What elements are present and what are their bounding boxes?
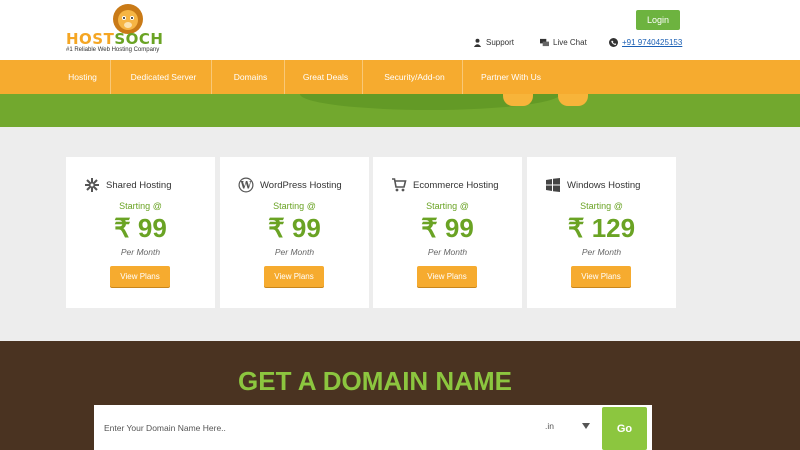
plan-title: Windows Hosting [545, 177, 640, 193]
plan-period: Per Month [581, 247, 622, 257]
tld-select[interactable]: .in [545, 421, 554, 431]
plan-card-shared: Shared Hosting Starting @ ₹ 99 Per Month… [66, 157, 215, 308]
mascot-paw-right [558, 94, 588, 106]
plan-card-wordpress: W WordPress Hosting Starting @ ₹ 99 Per … [220, 157, 369, 308]
domain-search-bar: .in Go [94, 405, 652, 450]
windows-icon [546, 178, 560, 192]
plan-title: W WordPress Hosting [238, 177, 342, 193]
logo-wordmark: HOSTSOCH [66, 30, 164, 48]
nav-item-great-deals[interactable]: Great Deals [289, 60, 363, 94]
live-chat-link[interactable]: Live Chat [540, 38, 587, 47]
plan-starting-label: Starting @ [426, 201, 469, 211]
plan-price: ₹ 99 [114, 213, 167, 243]
hostsoch-logo[interactable]: HOSTSOCH #1 Reliable Web Hosting Company [66, 0, 164, 60]
main-nav: Hosting Dedicated Server Domains Great D… [0, 60, 800, 94]
mascot-paw-left [503, 94, 533, 106]
plan-title: Shared Hosting [84, 177, 171, 193]
nav-item-dedicated-server[interactable]: Dedicated Server [116, 60, 212, 94]
site-header: HOSTSOCH #1 Reliable Web Hosting Company… [0, 0, 800, 60]
domain-section-title: GET A DOMAIN NAME [238, 366, 512, 396]
plan-period: Per Month [120, 247, 161, 257]
plan-title: Ecommerce Hosting [391, 177, 499, 193]
plan-period: Per Month [274, 247, 315, 257]
plan-period: Per Month [427, 247, 468, 257]
chat-icon [540, 38, 549, 47]
phone-link[interactable]: +91 9740425153 [609, 38, 682, 47]
nav-item-security-addon[interactable]: Security/Add-on [367, 60, 463, 94]
svg-text:W: W [239, 181, 252, 192]
domain-search-input[interactable] [94, 405, 534, 450]
nav-item-partner-with-us[interactable]: Partner With Us [467, 60, 555, 94]
plan-price: ₹ 129 [567, 213, 636, 243]
plan-starting-label: Starting @ [273, 201, 316, 211]
cart-icon [392, 178, 407, 192]
view-plans-button[interactable]: View Plans [417, 266, 477, 287]
support-label: Support [486, 38, 515, 47]
nav-item-domains[interactable]: Domains [217, 60, 285, 94]
phone-icon [609, 38, 618, 47]
support-link[interactable]: Support [473, 38, 514, 47]
plan-card-ecommerce: Ecommerce Hosting Starting @ ₹ 99 Per Mo… [373, 157, 522, 308]
plan-price: ₹ 99 [421, 213, 474, 243]
login-button[interactable]: Login [636, 10, 680, 30]
plan-starting-label: Starting @ [580, 201, 623, 211]
go-button[interactable]: Go [602, 407, 647, 450]
plan-card-windows: Windows Hosting Starting @ ₹ 129 Per Mon… [527, 157, 676, 308]
phone-number[interactable]: +91 9740425153 [622, 38, 682, 47]
view-plans-button[interactable]: View Plans [571, 266, 631, 287]
chat-label: Live Chat [553, 38, 587, 47]
view-plans-button[interactable]: View Plans [264, 266, 324, 287]
plan-price: ₹ 99 [268, 213, 321, 243]
view-plans-button[interactable]: View Plans [110, 266, 170, 287]
wordpress-icon: W [238, 177, 254, 193]
gear-icon [85, 178, 99, 192]
logo-tagline: #1 Reliable Web Hosting Company [66, 47, 160, 53]
plan-starting-label: Starting @ [119, 201, 162, 211]
nav-item-hosting[interactable]: Hosting [55, 60, 111, 94]
user-icon [473, 38, 482, 47]
chevron-down-icon[interactable] [582, 423, 590, 429]
